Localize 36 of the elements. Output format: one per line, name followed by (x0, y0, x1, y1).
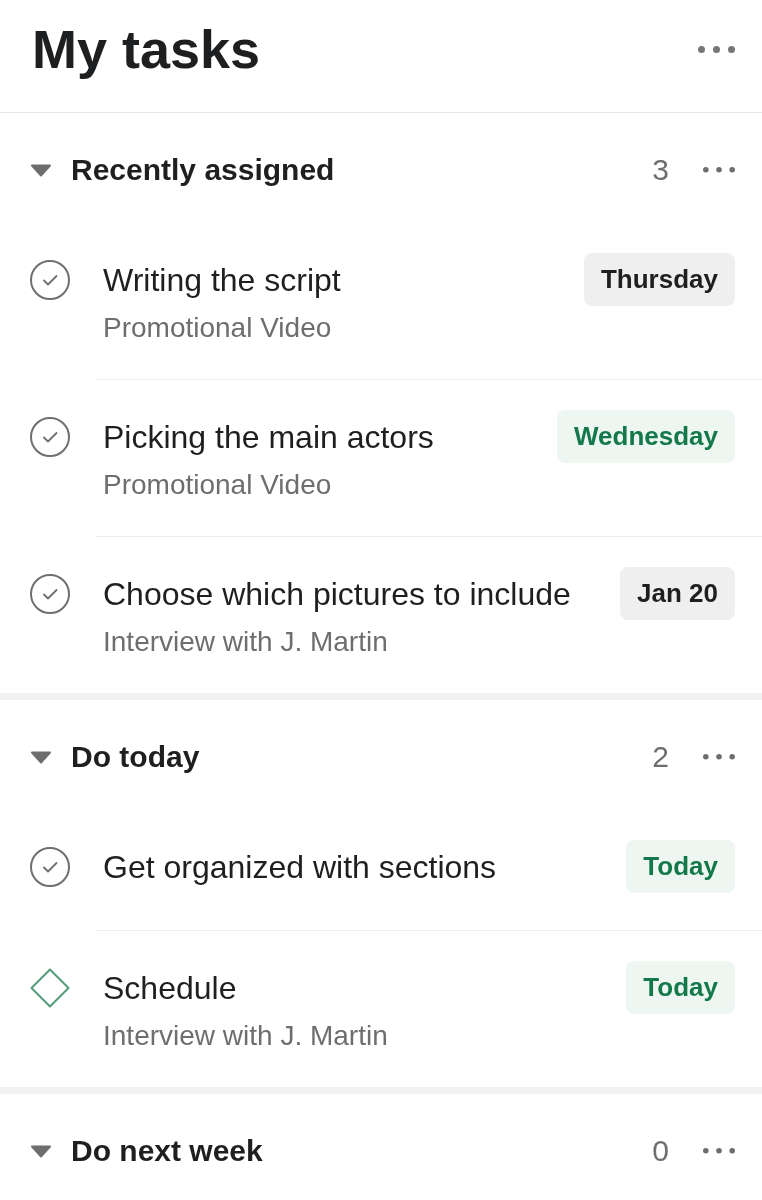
check-circle-icon[interactable] (30, 417, 70, 457)
project-name: Interview with J. Martin (103, 625, 389, 659)
task-title: Get organized with sections (103, 848, 498, 886)
task-title: Writing the script (103, 261, 342, 299)
section-title: Do today (71, 739, 200, 775)
due-date-badge: Today (626, 961, 735, 1014)
more-icon (698, 45, 735, 53)
more-icon (703, 167, 735, 173)
due-date-badge: Jan 20 (620, 567, 735, 620)
more-button[interactable] (698, 45, 735, 53)
check-circle-icon[interactable] (30, 260, 70, 300)
more-button[interactable] (703, 167, 735, 173)
more-icon (703, 1148, 735, 1154)
task-title: Schedule (103, 969, 238, 1007)
more-icon (703, 754, 735, 760)
check-circle-icon[interactable] (30, 847, 70, 887)
caret-icon[interactable] (30, 1144, 52, 1158)
task-title: Picking the main actors (103, 418, 435, 456)
project-name: Promotional Video (103, 468, 333, 502)
due-date-badge: Wednesday (557, 410, 735, 463)
due-date-badge: Thursday (583, 253, 735, 306)
caret-icon[interactable] (30, 163, 52, 177)
task-count: 2 (652, 739, 669, 775)
section-title: Recently assigned (71, 152, 335, 188)
caret-icon[interactable] (30, 750, 52, 764)
more-button[interactable] (703, 754, 735, 760)
more-button[interactable] (703, 1148, 735, 1154)
check-circle-icon[interactable] (30, 574, 70, 614)
project-name: Interview with J. Martin (103, 1019, 389, 1053)
task-count: 0 (652, 1133, 669, 1169)
due-date-badge: Today (626, 840, 735, 893)
task-count: 3 (652, 152, 669, 188)
project-name: Promotional Video (103, 311, 333, 345)
diamond-icon[interactable] (30, 968, 70, 1008)
section-title: Do next week (71, 1133, 263, 1169)
task-title: Choose which pictures to include (103, 575, 572, 613)
